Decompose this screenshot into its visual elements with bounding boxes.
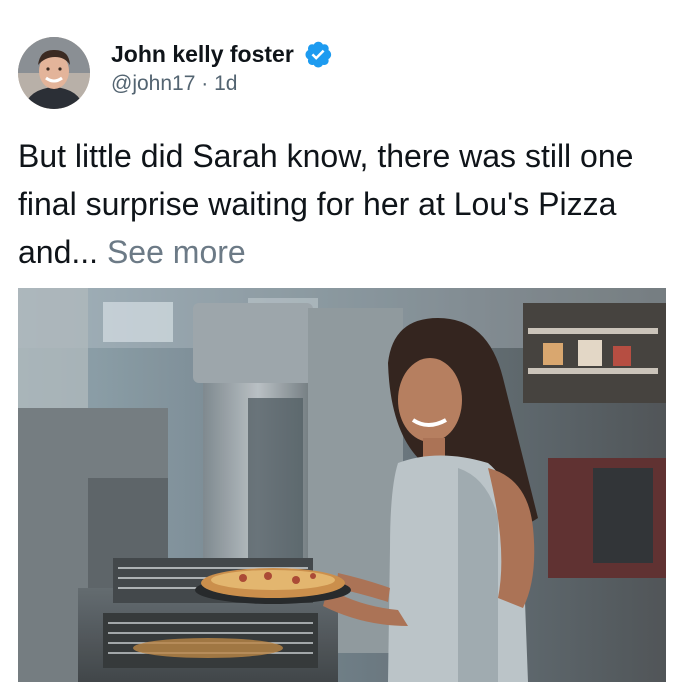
verified-badge-icon	[305, 41, 331, 68]
author-handle[interactable]: @john17	[111, 72, 195, 95]
tweet-body: But little did Sarah know, there was sti…	[18, 132, 688, 276]
tweet-meta: @john17 · 1d	[111, 71, 237, 97]
photo-woman-serving-pizza-icon	[18, 288, 666, 682]
meta-separator: ·	[201, 72, 209, 95]
tweet-media-image[interactable]	[18, 288, 666, 682]
author-avatar[interactable]	[18, 37, 90, 109]
tweet-timestamp[interactable]: 1d	[214, 72, 237, 95]
avatar-portrait-icon	[18, 37, 90, 109]
author-name-row: John kelly foster	[111, 39, 333, 69]
author-display-name[interactable]: John kelly foster	[111, 39, 294, 69]
see-more-link[interactable]: See more	[107, 234, 246, 270]
